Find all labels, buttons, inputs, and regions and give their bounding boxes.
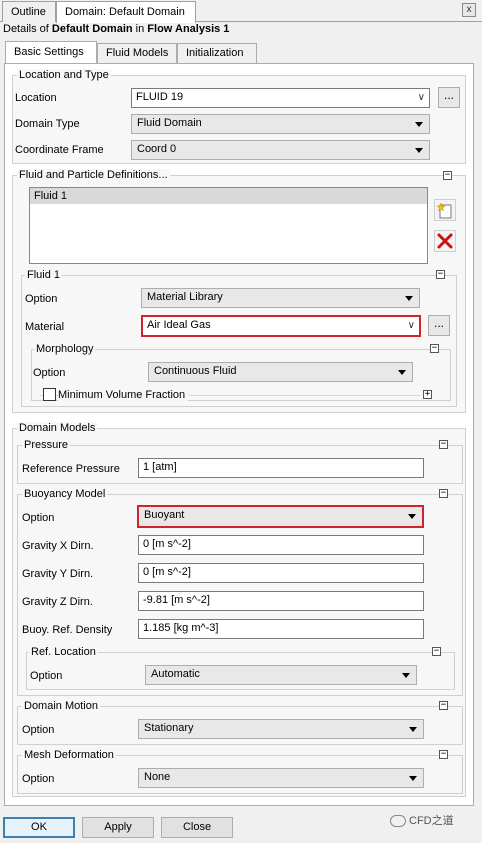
add-fluid-button[interactable] [434,199,456,221]
apply-button[interactable]: Apply [82,817,154,838]
ref-location-option-select[interactable]: Automatic [145,665,417,685]
close-button[interactable]: Close [161,817,233,838]
collapse-morphology-icon[interactable]: − [430,344,439,353]
watermark: CFD之道 [390,812,476,832]
pressure-title: Pressure [22,439,71,451]
domain-motion-option-value: Stationary [144,722,194,734]
dropdown-arrow-icon [415,148,423,153]
coordinate-frame-select[interactable]: Coord 0 [131,140,430,160]
location-type-title: Location and Type [17,69,111,81]
domain-type-select[interactable]: Fluid Domain [131,114,430,134]
gravity-z-label: Gravity Z Dirn. [22,596,93,608]
dropdown-arrow-icon [398,370,406,375]
dropdown-arrow-icon [408,514,416,519]
domain-type-value: Fluid Domain [137,117,202,129]
domain-motion-option-select[interactable]: Stationary [138,719,424,739]
buoy-ref-density-label: Buoy. Ref. Density [22,624,113,636]
material-label: Material [25,321,65,333]
tab-initialization[interactable]: Initialization [177,43,257,63]
morphology-option-label: Option [33,367,66,379]
min-volume-fraction-checkbox[interactable] [43,388,56,401]
buoyancy-option-label: Option [22,512,55,524]
material-value: Air Ideal Gas [147,319,211,331]
dropdown-arrow-icon [405,296,413,301]
tab-fluid-models[interactable]: Fluid Models [97,43,177,63]
fluid1-title: Fluid 1 [25,269,63,281]
collapse-domain-motion-icon[interactable]: − [439,701,448,710]
material-field[interactable]: Air Ideal Gas ∨ [141,315,421,337]
fluid-definitions-title: Fluid and Particle Definitions... [17,169,170,181]
mesh-deformation-option-select[interactable]: None [138,768,424,788]
buoyancy-option-value: Buoyant [144,509,185,521]
domain-type-label: Domain Type [15,118,80,130]
material-browse-button[interactable]: ... [428,315,450,336]
reference-pressure-label: Reference Pressure [22,463,120,475]
dropdown-arrow-icon [402,673,410,678]
buoy-ref-density-field[interactable]: 1.185 [kg m^-3] [138,619,424,639]
mesh-deformation-title: Mesh Deformation [22,749,116,761]
collapse-fluid1-icon[interactable]: − [436,270,445,279]
tab-basic-settings[interactable]: Basic Settings [5,41,97,64]
collapse-pressure-icon[interactable]: − [439,440,448,449]
close-icon[interactable]: x [462,3,476,17]
dropdown-arrow-icon [415,122,423,127]
dropdown-arrow-icon [409,776,417,781]
location-browse-button[interactable]: ... [438,87,460,108]
ref-location-option-value: Automatic [151,668,200,680]
collapse-mesh-deformation-icon[interactable]: − [439,750,448,759]
dropdown-arrow-icon [409,727,417,732]
gravity-y-field[interactable]: 0 [m s^-2] [138,563,424,583]
mesh-deformation-option-label: Option [22,773,55,785]
reference-pressure-field[interactable]: 1 [atm] [138,458,424,478]
delete-icon [437,233,453,249]
gravity-y-label: Gravity Y Dirn. [22,568,94,580]
fluid-option-label: Option [25,293,58,305]
new-item-icon [436,202,452,219]
tab-domain-default[interactable]: Domain: Default Domain [56,1,196,23]
details-prefix: Details of [3,23,52,35]
location-label: Location [15,92,57,104]
morphology-option-value: Continuous Fluid [154,365,237,377]
collapse-fluid-definitions-icon[interactable]: − [443,171,452,180]
list-item[interactable]: Fluid 1 [30,188,427,204]
gravity-z-field[interactable]: -9.81 [m s^-2] [138,591,424,611]
coordinate-frame-value: Coord 0 [137,143,177,155]
ref-location-title: Ref. Location [29,646,98,658]
location-value: FLUID 19 [136,91,184,103]
collapse-buoyancy-icon[interactable]: − [439,489,448,498]
gravity-x-field[interactable]: 0 [m s^-2] [138,535,424,555]
details-middle: in [132,23,148,35]
ok-button[interactable]: OK [3,817,75,838]
fluid-option-select[interactable]: Material Library [141,288,420,308]
fluid-list[interactable]: Fluid 1 [29,187,428,264]
ref-location-option-label: Option [30,670,63,682]
buoyancy-title: Buoyancy Model [22,488,108,500]
coordinate-frame-label: Coordinate Frame [15,144,104,156]
chevron-down-icon: ∨ [407,320,415,331]
morphology-option-select[interactable]: Continuous Fluid [148,362,413,382]
details-object: Default Domain [51,23,133,35]
expand-min-volume-icon[interactable]: + [423,390,432,399]
buoyancy-option-select[interactable]: Buoyant [137,505,424,528]
details-heading: Details of Default Domain in Flow Analys… [3,23,229,35]
details-analysis: Flow Analysis 1 [147,23,230,35]
domain-motion-option-label: Option [22,724,55,736]
mesh-deformation-option-value: None [144,771,171,783]
watermark-text: CFD之道 [409,815,454,827]
collapse-ref-location-icon[interactable]: − [432,647,441,656]
delete-fluid-button[interactable] [434,230,456,252]
wechat-logo-icon [390,815,406,828]
min-volume-fraction-label: Minimum Volume Fraction [58,389,189,401]
gravity-x-label: Gravity X Dirn. [22,540,94,552]
domain-motion-title: Domain Motion [22,700,100,712]
tab-outline[interactable]: Outline [2,1,56,22]
location-field[interactable]: FLUID 19 ∨ [131,88,430,108]
morphology-title: Morphology [34,343,96,355]
fluid-option-value: Material Library [147,291,223,303]
domain-models-title: Domain Models [17,422,98,434]
chevron-down-icon: ∨ [417,92,425,103]
